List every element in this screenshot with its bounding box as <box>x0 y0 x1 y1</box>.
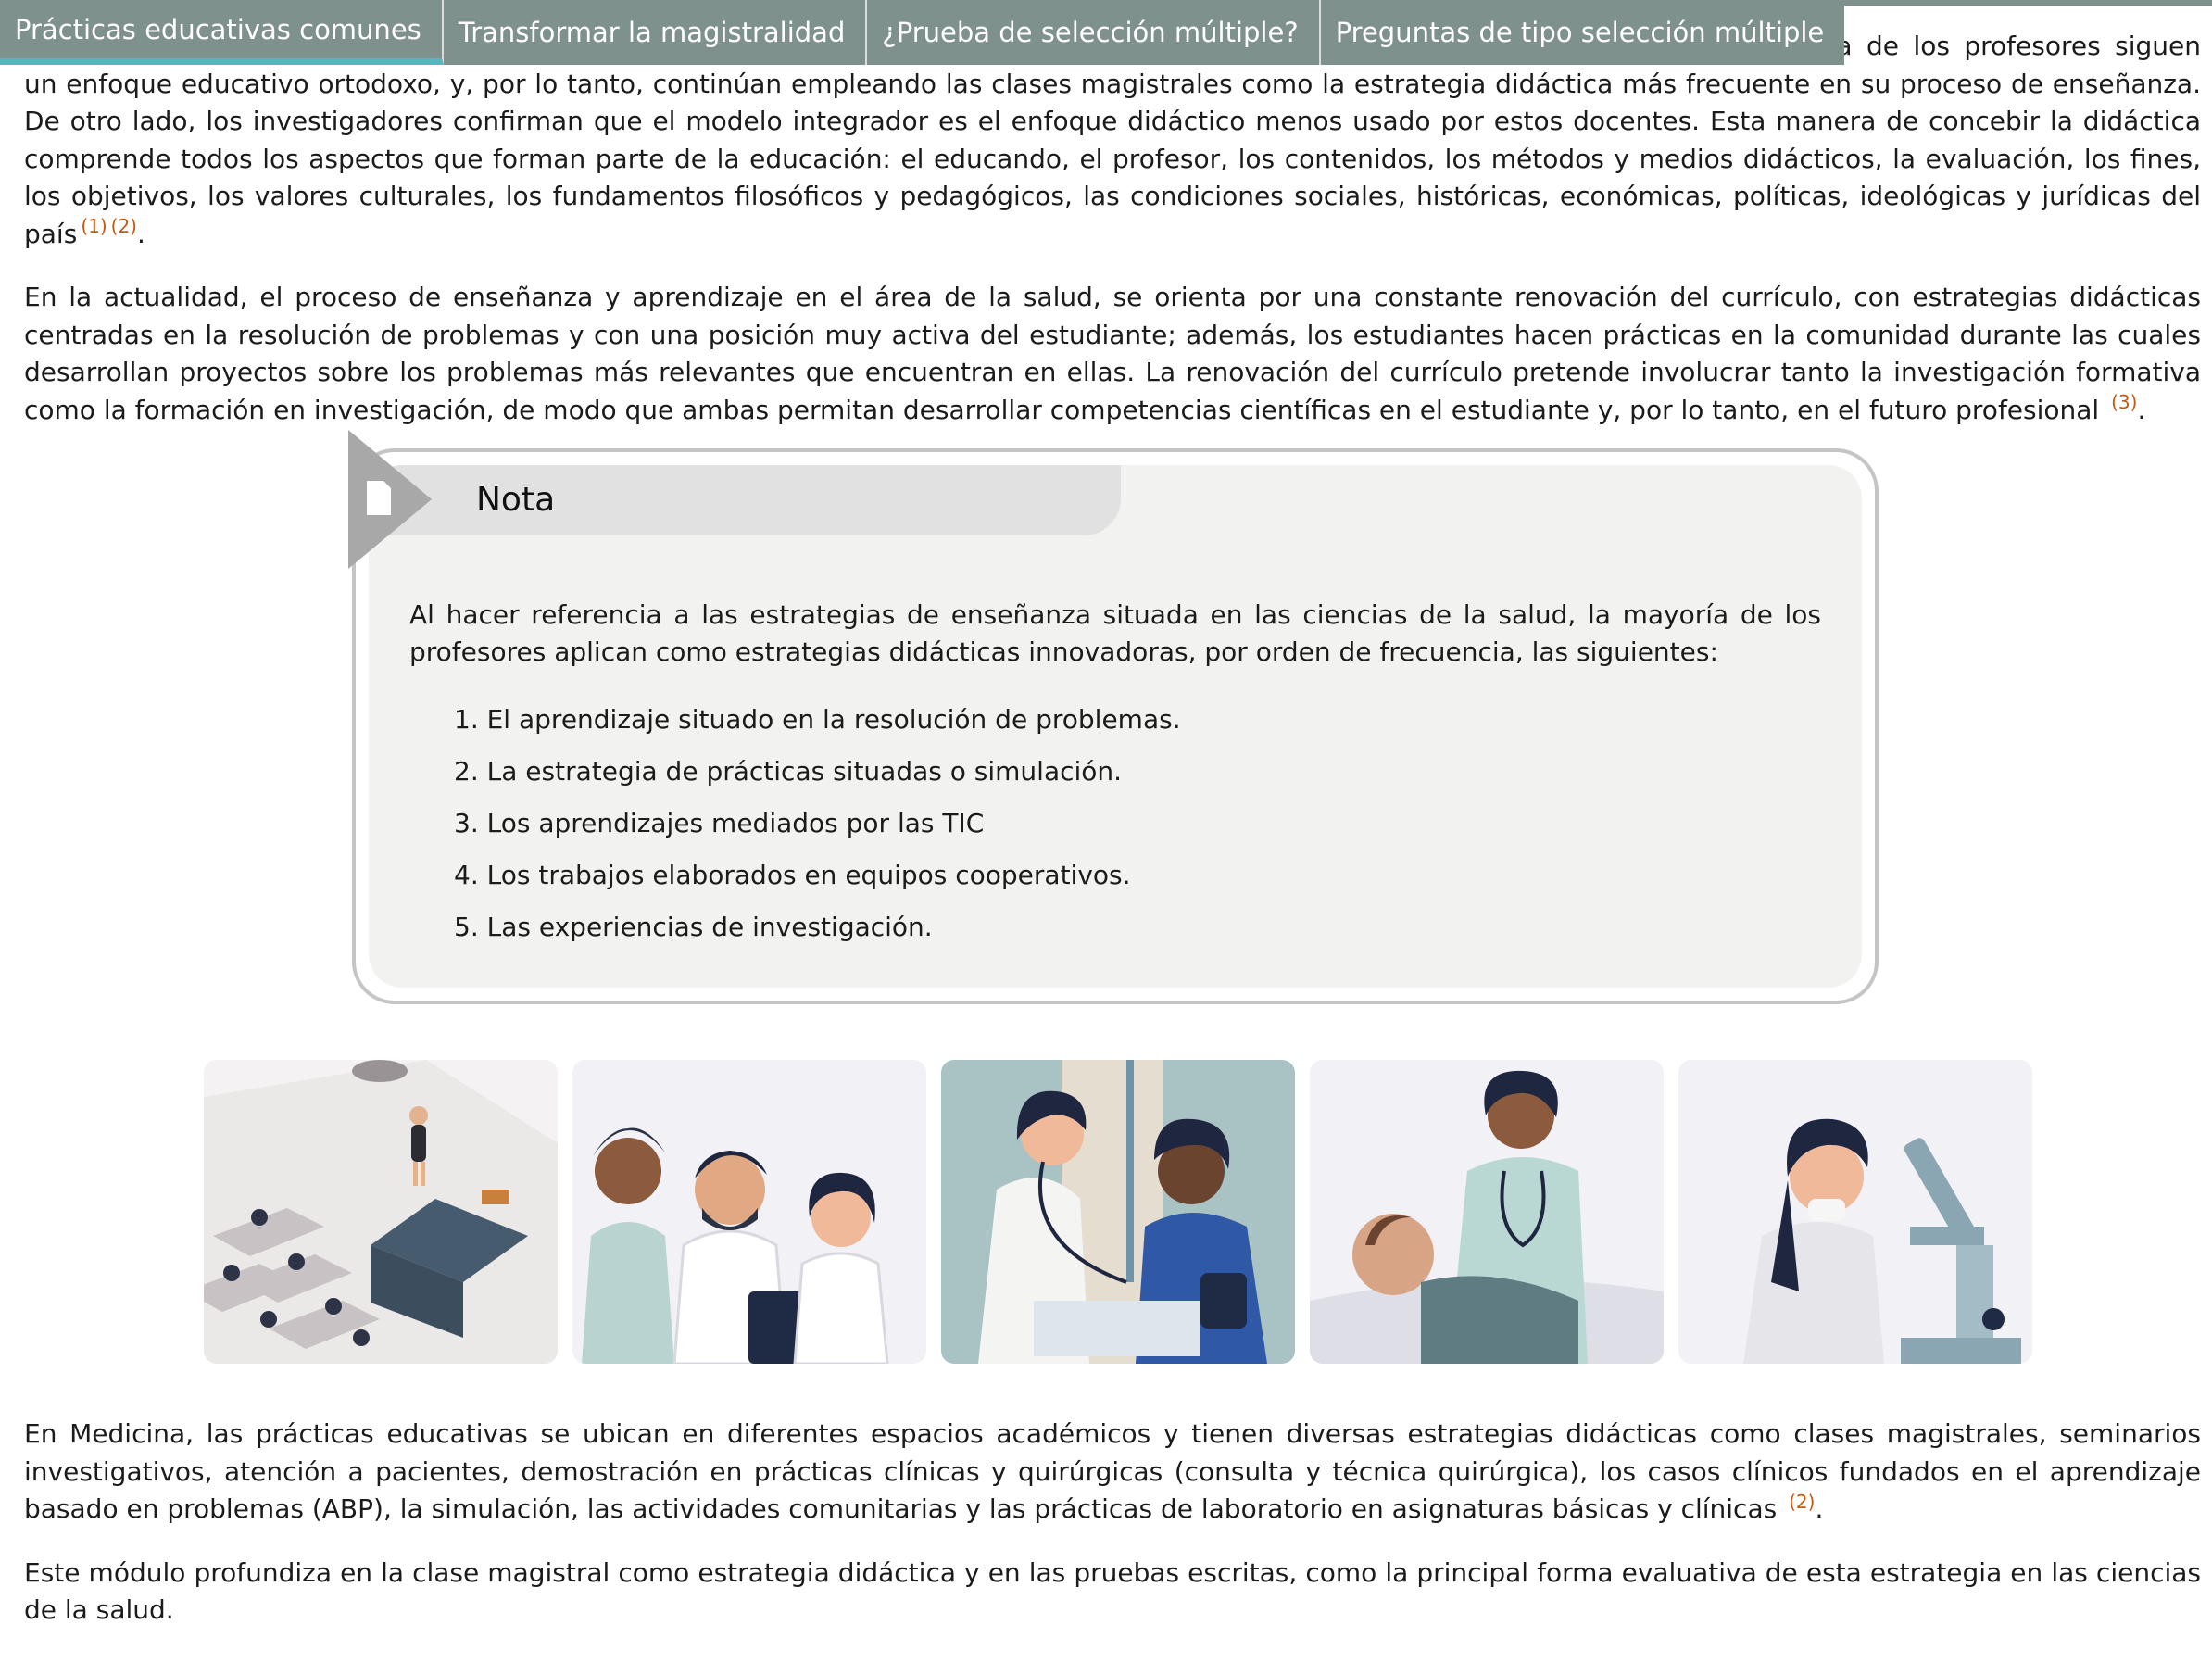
microscope-illustration <box>1678 1060 2032 1364</box>
main-content: oría de los profesores siguen un enfoque… <box>24 28 2201 429</box>
note-body: Al hacer referencia a las estrategias de… <box>409 597 1821 953</box>
note-intro: Al hacer referencia a las estrategias de… <box>409 599 1821 667</box>
citation-link[interactable]: (2) <box>111 215 137 237</box>
list-item: 4. Los trabajos elaborados en equipos co… <box>454 860 1131 890</box>
note-header: Nota <box>369 465 1121 535</box>
top-accent-bar <box>1788 0 2212 6</box>
paragraph-3-text: En Medicina, las prácticas educativas se… <box>24 1418 2201 1524</box>
citation-link[interactable]: (1) <box>81 215 107 237</box>
citation-link[interactable]: (3) <box>2111 391 2137 413</box>
illustration-gallery <box>204 1060 2032 1364</box>
list-item: 5. Las experiencias de investigación. <box>454 912 933 942</box>
note-box: Nota Al hacer referencia a las estrategi… <box>348 430 1879 1004</box>
citation-link[interactable]: (2) <box>1789 1491 1815 1513</box>
list-item: 3. Los aprendizajes mediados por las TIC <box>454 808 985 838</box>
note-list: 1. El aprendizaje situado en la resoluci… <box>454 694 1821 953</box>
document-icon <box>348 430 432 569</box>
tab-preguntas-seleccion[interactable]: Preguntas de tipo selección múltiple <box>1320 0 1845 65</box>
note-inner: Nota Al hacer referencia a las estrategi… <box>369 465 1862 988</box>
paragraph-2: En la actualidad, el proceso de enseñanz… <box>24 282 2201 425</box>
list-item: 2. La estrategia de prácticas situadas o… <box>454 756 1123 787</box>
paragraph-4: Este módulo profundiza en la clase magis… <box>24 1556 2201 1626</box>
blood-pressure-illustration <box>941 1060 1295 1364</box>
tab-transformar-magistralidad[interactable]: Transformar la magistralidad <box>443 0 868 65</box>
tab-prueba-seleccion[interactable]: ¿Prueba de selección múltiple? <box>867 0 1321 65</box>
doctors-team-illustration <box>572 1060 926 1364</box>
paragraph-2-text: En la actualidad, el proceso de enseñanz… <box>24 282 2201 425</box>
tab-practicas-educativas[interactable]: Prácticas educativas comunes <box>0 0 444 65</box>
patient-care-illustration <box>1310 1060 1664 1364</box>
classroom-illustration <box>204 1060 558 1364</box>
lower-content: En Medicina, las prácticas educativas se… <box>24 1416 2201 1630</box>
paragraph-3: En Medicina, las prácticas educativas se… <box>24 1418 2201 1524</box>
tab-bar: Prácticas educativas comunes Transformar… <box>0 0 1845 65</box>
note-title: Nota <box>476 481 556 519</box>
list-item: 1. El aprendizaje situado en la resoluci… <box>454 704 1181 735</box>
